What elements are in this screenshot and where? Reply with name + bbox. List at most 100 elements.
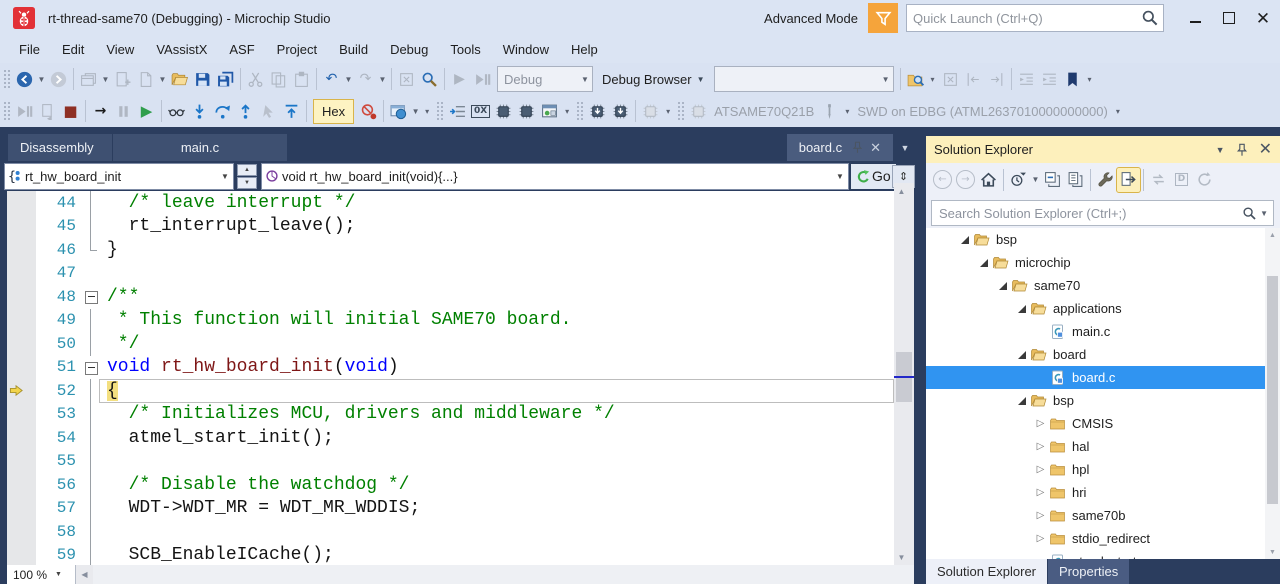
toolbar-options-icon[interactable]: ▾ xyxy=(927,67,939,91)
toolbar-options-icon[interactable]: ▾ xyxy=(662,99,674,123)
close-tab-icon[interactable]: ✕ xyxy=(870,141,881,154)
go-button[interactable]: Go xyxy=(851,164,896,189)
tree-item-board[interactable]: board xyxy=(926,343,1280,366)
menu-asf[interactable]: ASF xyxy=(218,38,265,61)
run-to-cursor-icon[interactable] xyxy=(257,99,280,123)
close-panel-icon[interactable]: ✕ xyxy=(1259,142,1272,158)
debug-browser-dropdown[interactable]: Debug Browser ▼ xyxy=(596,72,711,87)
collapse-arrow-icon[interactable] xyxy=(1014,351,1029,359)
device-tool-icon[interactable] xyxy=(639,99,662,123)
menu-vassistx[interactable]: VAssistX xyxy=(145,38,218,61)
pause-icon[interactable] xyxy=(112,99,135,123)
tab-properties[interactable]: Properties xyxy=(1048,559,1129,584)
registers-icon[interactable]: 0X xyxy=(469,99,492,123)
maximize-button[interactable] xyxy=(1212,3,1246,33)
add-item-icon[interactable] xyxy=(111,67,134,91)
quickwatch-icon[interactable] xyxy=(165,99,188,123)
menu-tools[interactable]: Tools xyxy=(439,38,491,61)
toolbar-options-icon[interactable]: ▾ xyxy=(421,99,433,123)
navigate-forward-icon[interactable] xyxy=(47,67,70,91)
tree-item-applications[interactable]: applications xyxy=(926,297,1280,320)
home-icon[interactable] xyxy=(977,168,1000,192)
set-next-statement-icon[interactable] xyxy=(280,99,303,123)
undo-dropdown[interactable]: ▼ xyxy=(343,67,354,91)
show-all-files-icon[interactable] xyxy=(1064,168,1087,192)
interface-tool-icon[interactable] xyxy=(818,99,841,123)
save-icon[interactable] xyxy=(191,67,214,91)
menu-help[interactable]: Help xyxy=(560,38,609,61)
io-view-icon[interactable] xyxy=(538,99,561,123)
scroll-up-icon[interactable]: ▲ xyxy=(894,183,909,199)
whitespace-icon[interactable] xyxy=(939,67,962,91)
selection-box-icon[interactable] xyxy=(395,67,418,91)
restart-icon[interactable] xyxy=(36,99,59,123)
menu-debug[interactable]: Debug xyxy=(379,38,439,61)
navigate-backward-icon[interactable] xyxy=(13,67,36,91)
forward-icon[interactable]: → xyxy=(954,168,977,192)
member-dropdown[interactable]: void rt_hw_board_init(void){...} ▼ xyxy=(261,163,849,190)
start-debugging-icon[interactable]: ▶ xyxy=(448,67,471,91)
indent-icon[interactable] xyxy=(1015,67,1038,91)
minimize-button[interactable] xyxy=(1178,3,1212,33)
search-options-dropdown-icon[interactable]: ▼ xyxy=(1260,209,1268,218)
tab-main-c[interactable]: main.c xyxy=(113,134,287,161)
collapse-arrow-icon[interactable] xyxy=(1014,397,1029,405)
menu-window[interactable]: Window xyxy=(492,38,560,61)
navigate-backward-dropdown[interactable]: ▼ xyxy=(36,67,47,91)
back-icon[interactable]: ← xyxy=(931,168,954,192)
collapse-arrow-icon[interactable] xyxy=(957,236,972,244)
editor-horizontal-scrollbar[interactable] xyxy=(93,565,914,584)
pending-changes-filter-icon[interactable] xyxy=(1007,168,1030,192)
memory-view-icon[interactable] xyxy=(515,99,538,123)
tree-item-hal[interactable]: ▷hal xyxy=(926,435,1280,458)
tree-item-board-c[interactable]: board.c xyxy=(926,366,1280,389)
step-into-icon[interactable] xyxy=(188,99,211,123)
sync-active-document-icon[interactable] xyxy=(1147,168,1170,192)
menu-edit[interactable]: Edit xyxy=(51,38,95,61)
scope-dropdown[interactable]: { rt_hw_board_init ▼ xyxy=(4,163,234,190)
scroll-up-icon[interactable]: ▲ xyxy=(1265,228,1280,242)
filter-dropdown[interactable]: ▼ xyxy=(1030,168,1041,192)
expand-arrow-icon[interactable]: ▷ xyxy=(1033,533,1048,544)
call-stack-icon[interactable] xyxy=(446,99,469,123)
toolbar-options-icon[interactable]: ▾ xyxy=(1084,67,1096,91)
expand-arrow-icon[interactable]: ▷ xyxy=(1033,510,1048,521)
read-device-icon[interactable] xyxy=(609,99,632,123)
tree-item-stdio-redirect[interactable]: ▷stdio_redirect xyxy=(926,527,1280,550)
tree-item-hri[interactable]: ▷hri xyxy=(926,481,1280,504)
expand-arrow-icon[interactable]: ▷ xyxy=(1033,487,1048,498)
refresh-icon[interactable] xyxy=(1193,168,1216,192)
pin-icon[interactable] xyxy=(1235,143,1249,157)
properties-icon[interactable] xyxy=(1094,168,1117,192)
scroll-left-icon[interactable]: ◀ xyxy=(76,565,93,584)
redo-icon[interactable]: ↷ xyxy=(354,67,377,91)
toolbar-options-icon[interactable]: ▾ xyxy=(561,99,573,123)
disable-breakpoints-icon[interactable] xyxy=(357,99,380,123)
watch-window-dropdown[interactable]: ▼ xyxy=(410,99,421,123)
collapse-arrow-icon[interactable] xyxy=(976,259,991,267)
save-all-icon[interactable] xyxy=(214,67,237,91)
continue-icon[interactable]: ▶ xyxy=(135,99,158,123)
scroll-down-icon[interactable]: ▼ xyxy=(894,549,909,565)
fold-collapse-icon[interactable] xyxy=(83,356,99,380)
new-file-dropdown[interactable]: ▼ xyxy=(157,67,168,91)
show-next-statement-icon[interactable]: → xyxy=(89,99,112,123)
run-to-breakpoint-icon[interactable] xyxy=(471,67,494,91)
tree-item-microchip[interactable]: microchip xyxy=(926,251,1280,274)
menu-project[interactable]: Project xyxy=(266,38,328,61)
collapse-all-icon[interactable] xyxy=(1041,168,1064,192)
step-out-icon[interactable] xyxy=(234,99,257,123)
scroll-down-icon[interactable]: ▼ xyxy=(1265,545,1280,559)
collapse-arrow-icon[interactable] xyxy=(995,282,1010,290)
menu-file[interactable]: File xyxy=(8,38,51,61)
quick-find-icon[interactable] xyxy=(418,67,441,91)
step-play-pause-icon[interactable] xyxy=(13,99,36,123)
program-device-icon[interactable] xyxy=(586,99,609,123)
tab-solution-explorer[interactable]: Solution Explorer xyxy=(926,559,1047,584)
pin-icon[interactable] xyxy=(851,141,864,154)
shift-right-icon[interactable] xyxy=(985,67,1008,91)
debug-configuration-combo[interactable]: Debug ▼ xyxy=(497,66,593,92)
undo-icon[interactable]: ↶ xyxy=(320,67,343,91)
processor-view-icon[interactable] xyxy=(492,99,515,123)
new-project-dropdown[interactable]: ▼ xyxy=(100,67,111,91)
